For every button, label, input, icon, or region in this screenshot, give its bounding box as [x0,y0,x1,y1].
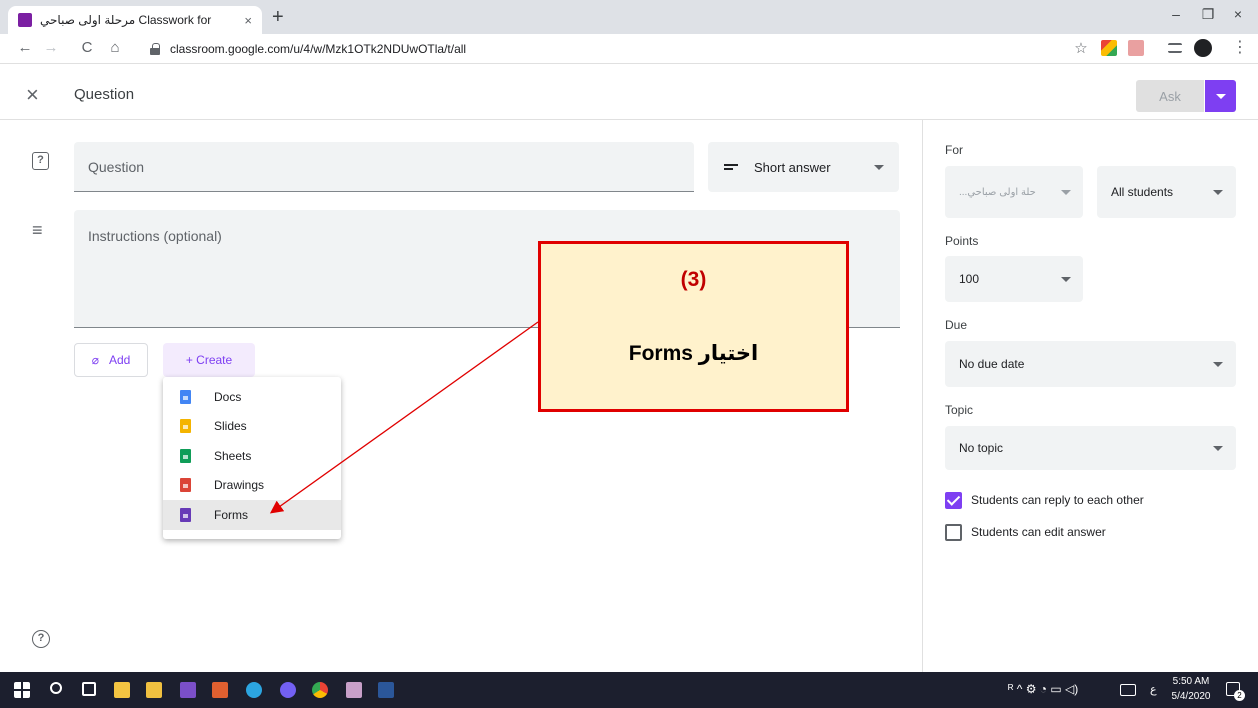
clock-time[interactable]: 5:50 AM [1168,676,1214,687]
notification-count-badge: 2 [1234,690,1245,701]
chrome-icon[interactable] [312,682,328,698]
visual-studio-icon[interactable] [180,682,196,698]
keyboard-icon[interactable] [1120,684,1136,696]
word-icon[interactable] [378,682,394,698]
annotation-instruction: اختيار Forms [628,342,759,365]
annotation-step-number: (3) [680,268,707,291]
windows-taskbar: ᴿ ^ ⚙ ◔ ▭ ◁) ع 5:50 AM 5/4/2020 2 [0,672,1258,708]
app-icon[interactable] [346,682,362,698]
annotation-callout: (3) اختيار Forms [538,241,849,412]
store-icon[interactable] [114,682,130,698]
telegram-icon[interactable] [246,682,262,698]
search-icon[interactable] [50,682,62,694]
clock-date[interactable]: 5/4/2020 [1168,691,1214,702]
tray-icons[interactable]: ᴿ ^ ⚙ ◔ ▭ ◁) [1008,682,1078,696]
windows-start-icon[interactable] [14,682,30,698]
matlab-icon[interactable] [212,682,228,698]
language-indicator[interactable]: ع [1150,683,1157,696]
file-explorer-icon[interactable] [146,682,162,698]
task-view-icon[interactable] [82,682,96,696]
viber-icon[interactable] [280,682,296,698]
